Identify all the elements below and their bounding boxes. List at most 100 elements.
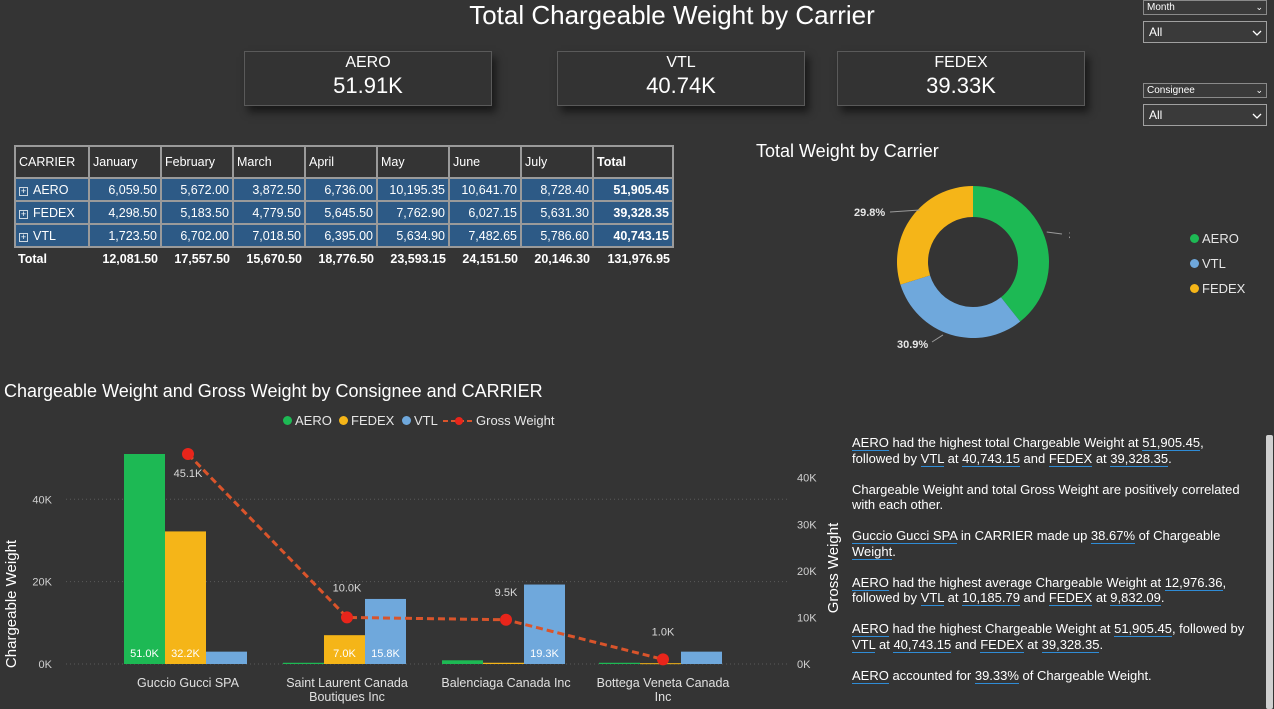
vtl-dot-icon [402,416,411,425]
table-row[interactable]: + FEDEX 4,298.50 5,183.50 4,779.50 5,645.… [14,200,674,225]
legend-label: FEDEX [351,413,395,428]
narrative-link[interactable]: VTL [920,450,945,467]
y-tick-label: 40K [32,494,52,506]
kpi-card-vtl[interactable]: VTL 40.74K [557,51,805,106]
narrative-link[interactable]: AERO [852,667,889,684]
kpi-card-fedex[interactable]: FEDEX 39.33K [837,51,1085,106]
gross-weight-point[interactable] [341,611,353,624]
gross-weight-point[interactable] [182,448,194,460]
narrative-link[interactable]: 38.67% [1090,528,1136,544]
donut-legend-item-vtl[interactable]: VTL [1190,256,1226,271]
narrative-text: and [951,636,981,652]
combo-legend-item-gross-weight[interactable]: Gross Weight [442,413,555,428]
narrative-text: at [1023,636,1042,652]
narrative-text: had the highest average Chargeable Weigh… [888,574,1165,590]
chevron-down-icon[interactable] [1252,28,1262,38]
bar-aero[interactable] [283,662,324,664]
table-cell: 5,786.60 [520,223,594,248]
gross-weight-point[interactable] [500,613,512,626]
column-header[interactable]: July [520,145,594,179]
table-row[interactable]: + VTL 1,723.50 6,702.00 7,018.50 6,395.00… [14,223,674,248]
narrative-link[interactable]: AERO [852,435,889,451]
column-header[interactable]: February [160,145,234,179]
column-header[interactable]: April [304,145,378,179]
expand-icon[interactable]: + [19,186,28,196]
narrative-link[interactable]: Guccio Gucci SPA [852,528,958,544]
narrative-link[interactable]: 12,976.36 [1164,574,1223,591]
combo-legend-item-aero[interactable]: AERO [283,413,332,428]
month-slicer-header[interactable]: Month ⌄ [1143,0,1267,15]
bar-aero[interactable] [599,662,640,664]
donut-chart[interactable]: 39.3% 30.9% 29.8% [840,170,1070,360]
narrative-link[interactable]: 10,185.79 [962,590,1020,606]
narrative-text: at [1092,590,1111,605]
narrative-text: , followed by [1171,621,1245,636]
narrative-link[interactable]: 9,832.09 [1110,590,1161,606]
table-row[interactable]: + AERO 6,059.50 5,672.00 3,872.50 6,736.0… [14,177,674,202]
narrative-link[interactable]: 51,905.45 [1142,435,1201,451]
column-header[interactable]: March [232,145,306,179]
bar-vtl[interactable] [681,651,722,664]
legend-label: FEDEX [1202,281,1246,296]
consignee-slicer-header[interactable]: Consignee ⌄ [1143,83,1267,98]
column-header[interactable]: May [376,145,450,179]
narrative-link[interactable]: 40,743.15 [893,636,952,653]
y2-tick-label: 20K [797,566,817,578]
bar-fedex[interactable] [165,531,206,664]
narrative-link[interactable]: 40,743.15 [962,450,1020,467]
combo-chart[interactable]: 0K 20K 40K 0K 10K 20K 30K 40K Chargeable Weight G… [0,430,845,709]
column-header[interactable]: January [88,145,162,179]
expand-icon[interactable]: + [19,232,28,242]
column-header[interactable]: CARRIER [14,145,90,179]
month-dropdown[interactable]: All [1143,21,1267,43]
carrier-name: FEDEX [33,205,75,220]
chevron-down-icon[interactable] [1252,111,1262,121]
donut-slice-fedex[interactable] [897,186,973,285]
narrative-link[interactable]: Weight [852,543,893,560]
bar-fedex[interactable] [483,662,524,664]
consignee-dropdown[interactable]: All [1143,104,1267,126]
bar-aero[interactable] [124,454,165,664]
donut-legend-item-fedex[interactable]: FEDEX [1190,281,1245,296]
leader-line [1046,231,1063,235]
bar-data-label: 7.0K [333,648,356,660]
column-header[interactable]: June [448,145,522,179]
row-total: 51,905.45 [592,177,674,202]
narrative-link[interactable]: 39,328.35 [1110,450,1169,467]
aero-dot-icon [283,416,292,425]
month-slicer[interactable]: Month ⌄ All [1143,0,1267,43]
narrative-link[interactable]: 51,905.45 [1114,621,1172,637]
narrative-link[interactable]: AERO [852,621,889,637]
column-header[interactable]: Total [592,145,674,179]
kpi-card-aero[interactable]: AERO 51.91K [244,51,492,106]
narrative-link[interactable]: 39.33% [974,667,1019,684]
gross-weight-line[interactable] [186,452,664,661]
narrative-link[interactable]: 39,328.35 [1041,636,1100,653]
chevron-down-icon[interactable]: ⌄ [1255,84,1263,97]
expand-icon[interactable]: + [19,209,28,219]
donut-legend-item-aero[interactable]: AERO [1190,231,1239,246]
narrative-link[interactable]: AERO [852,574,889,591]
combo-legend-item-fedex[interactable]: FEDEX [339,413,394,428]
narrative-link[interactable]: FEDEX [1048,590,1093,606]
narrative-link[interactable]: FEDEX [980,636,1024,653]
donut-slice-aero[interactable] [973,186,1049,322]
table-cell: 3,872.50 [232,177,306,202]
y2-axis-title: Gross Weight [825,522,842,613]
narrative-link[interactable]: VTL [852,636,876,653]
bar-aero[interactable] [442,660,483,664]
bar-vtl[interactable] [206,651,247,664]
narrative-link[interactable]: VTL [920,590,945,606]
table-cell: 4,298.50 [88,200,162,225]
matrix-header-row: CARRIER January February March April May… [14,145,674,179]
combo-legend-item-vtl[interactable]: VTL [402,413,438,428]
narrative-link[interactable]: FEDEX [1048,450,1093,467]
chevron-down-icon[interactable]: ⌄ [1255,1,1263,14]
consignee-slicer[interactable]: Consignee ⌄ All [1143,83,1267,126]
table-cell: 4,779.50 [232,200,306,225]
donut-slice-vtl[interactable] [900,275,1021,338]
gross-weight-point[interactable] [657,653,669,666]
table-cell: 23,593.15 [377,246,449,270]
narrative-text: . [1099,636,1104,652]
narrative-scrollbar[interactable] [1266,435,1273,709]
